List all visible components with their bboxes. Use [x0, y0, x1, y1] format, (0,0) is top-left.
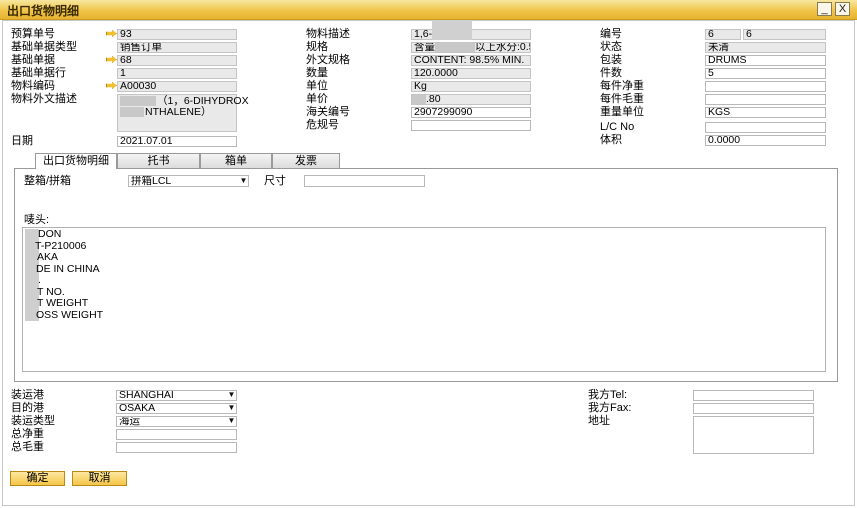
window-title: 出口货物明细 — [7, 4, 80, 18]
pieces-label: 件数 — [600, 67, 622, 79]
dropdown-arrow-icon[interactable]: ▼ — [239, 176, 248, 185]
item-foreign-label: 物料外文描述 — [11, 93, 77, 105]
spec-prefix: 含量 — [414, 42, 435, 53]
size-field[interactable] — [304, 175, 425, 187]
ok-button[interactable]: 确定 — [10, 471, 65, 486]
ship-type-select[interactable]: 海运 — [116, 416, 237, 427]
base-line-label: 基础单据行 — [11, 67, 66, 79]
redacted-area — [120, 107, 144, 117]
address-field[interactable] — [693, 416, 814, 454]
item-code-field[interactable]: A00030 — [117, 81, 237, 92]
minimize-button[interactable]: _ — [817, 2, 832, 16]
tab-booking[interactable]: 托书 — [117, 153, 200, 168]
weight-unit-label: 重量单位 — [600, 106, 644, 118]
marks-line: OSS WEIGHT — [36, 308, 104, 321]
base-doc-label: 基础单据 — [11, 54, 55, 66]
dropdown-arrow-icon[interactable]: ▼ — [227, 403, 236, 412]
budget-no-label: 预算单号 — [11, 28, 55, 40]
base-doc-field[interactable]: 68 — [117, 55, 237, 66]
base-type-field[interactable]: 销售订单 — [117, 42, 237, 53]
marks-line: DE IN CHINA — [36, 262, 100, 275]
item-foreign-line2: NTHALENE） — [145, 106, 212, 118]
redacted-area — [412, 95, 426, 104]
status-label: 状态 — [600, 41, 622, 53]
marks-line: DON — [38, 228, 62, 240]
port-load-select[interactable]: SHANGHAI — [116, 390, 237, 401]
price-value: .80 — [426, 94, 441, 105]
pieces-field[interactable]: 5 — [705, 68, 826, 79]
packing-label: 包装 — [600, 54, 622, 66]
item-desc-label: 物料描述 — [306, 28, 350, 40]
date-label: 日期 — [11, 135, 33, 147]
volume-field[interactable]: 0.0000 — [705, 135, 826, 146]
qty-label: 数量 — [306, 67, 328, 79]
danger-field[interactable] — [411, 120, 531, 131]
ship-type-label: 装运类型 — [11, 415, 55, 427]
spec-suffix: 以上水分:0.5 — [475, 42, 531, 53]
dest-select[interactable]: OSAKA — [116, 403, 237, 414]
redacted-area — [120, 96, 156, 106]
unit-label: 单位 — [306, 80, 328, 92]
close-button[interactable]: X — [835, 2, 850, 16]
tab-packing-list[interactable]: 箱单 — [200, 153, 272, 168]
port-load-label: 装运港 — [11, 389, 44, 401]
total-net-field[interactable] — [116, 429, 237, 440]
tab-invoice[interactable]: 发票 — [272, 153, 340, 168]
marks-textarea[interactable] — [22, 227, 826, 372]
redacted-area — [432, 20, 472, 40]
number-field[interactable]: 6 — [743, 29, 826, 40]
item-code-label: 物料编码 — [11, 80, 55, 92]
weight-unit-field[interactable]: KGS — [705, 107, 826, 118]
marks-label: 唛头: — [24, 214, 50, 226]
marks-line: AKA — [37, 251, 59, 263]
packing-field[interactable]: DRUMS — [705, 55, 826, 66]
cancel-button[interactable]: 取消 — [72, 471, 127, 486]
base-type-label: 基础单据类型 — [11, 41, 77, 53]
net-per-field[interactable] — [705, 81, 826, 92]
tel-label: 我方Tel: — [588, 389, 628, 401]
customs-label: 海关编号 — [306, 106, 350, 118]
number-series-field[interactable]: 6 — [705, 29, 741, 40]
spec-field[interactable]: 含量 以上水分:0.5 — [411, 42, 531, 53]
base-line-field[interactable]: 1 — [117, 68, 237, 79]
customs-field[interactable]: 2907299090 — [411, 107, 531, 118]
total-gross-field[interactable] — [116, 442, 237, 453]
dropdown-arrow-icon[interactable]: ▼ — [227, 390, 236, 399]
lc-field[interactable] — [705, 122, 826, 133]
marks-line: T WEIGHT — [37, 297, 89, 309]
gross-per-label: 每件毛重 — [600, 93, 644, 105]
lc-label: L/C No — [600, 121, 635, 133]
danger-label: 危规号 — [306, 119, 339, 131]
net-per-label: 每件净重 — [600, 80, 644, 92]
qty-field[interactable]: 120.0000 — [411, 68, 531, 79]
price-field[interactable]: .80 — [411, 94, 531, 105]
fax-field[interactable] — [693, 403, 814, 414]
marks-line: . — [38, 274, 41, 286]
container-label: 整箱/拼箱 — [24, 175, 72, 187]
budget-no-field[interactable]: 93 — [117, 29, 237, 40]
title-bar[interactable] — [0, 0, 857, 20]
redacted-area — [435, 43, 475, 52]
tel-field[interactable] — [693, 390, 814, 401]
unit-field[interactable]: Kg — [411, 81, 531, 92]
size-label: 尺寸 — [264, 175, 286, 187]
price-label: 单价 — [306, 93, 328, 105]
container-select[interactable]: 拼箱LCL — [128, 175, 249, 187]
address-label: 地址 — [588, 415, 610, 427]
volume-label: 体积 — [600, 134, 622, 146]
dropdown-arrow-icon[interactable]: ▼ — [227, 416, 236, 425]
date-field[interactable]: 2021.07.01 — [117, 136, 237, 147]
fax-label: 我方Fax: — [588, 402, 632, 414]
number-label: 编号 — [600, 28, 622, 40]
total-gross-label: 总毛重 — [11, 441, 44, 453]
tab-export-detail[interactable]: 出口货物明细 — [35, 153, 117, 169]
status-field[interactable]: 未清 — [705, 42, 826, 53]
foreign-spec-field[interactable]: CONTENT: 98.5% MIN. — [411, 55, 531, 66]
total-net-label: 总净重 — [11, 428, 44, 440]
dest-label: 目的港 — [11, 402, 44, 414]
gross-per-field[interactable] — [705, 94, 826, 105]
foreign-spec-label: 外文规格 — [306, 54, 350, 66]
spec-label: 规格 — [306, 41, 328, 53]
